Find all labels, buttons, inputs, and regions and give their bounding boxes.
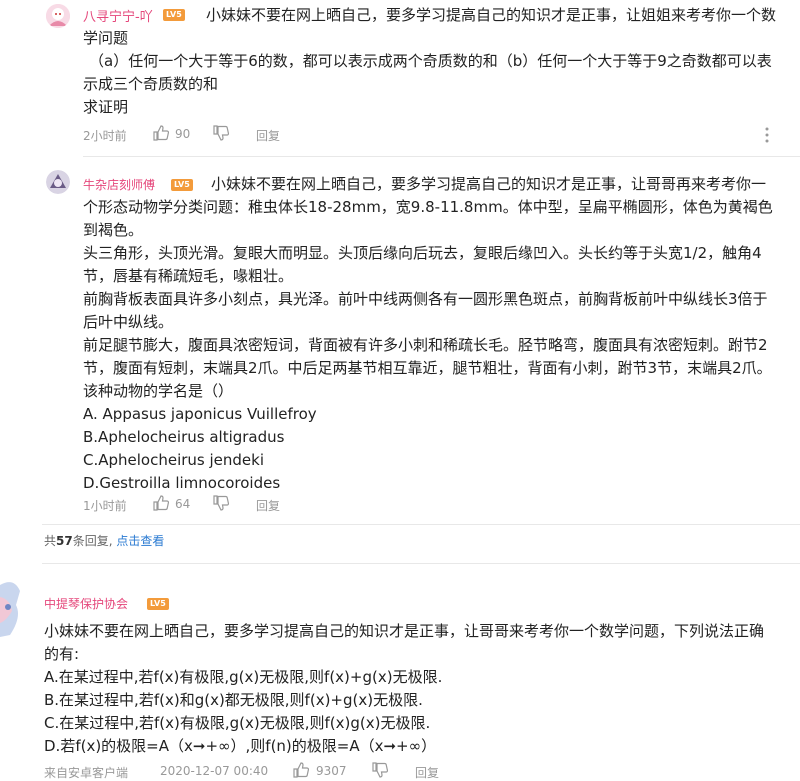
comment-line: B.在某过程中,若f(x)和g(x)都无极限,则f(x)+g(x)无极限.	[44, 691, 423, 709]
like-count: 9307	[316, 764, 347, 778]
level-badge: LV5	[147, 598, 169, 610]
thumbs-down-icon[interactable]	[371, 761, 389, 779]
reply-button[interactable]: 回复	[256, 127, 280, 144]
avatar[interactable]	[46, 170, 70, 194]
reply-button[interactable]: 回复	[256, 497, 280, 514]
avatar-image	[0, 577, 22, 637]
like-count: 90	[175, 127, 191, 141]
comment-line: 小妹妹不要在网上晒自己，要多学习提高自己的知识才是正事，让哥哥再来考考你一	[211, 175, 767, 193]
timestamp: 2小时前	[83, 129, 127, 143]
comment-line: 小妹妹不要在网上晒自己，要多学习提高自己的知识才是正事，让姐姐来考考你一个数	[206, 6, 777, 24]
comment-line: 学问题	[83, 29, 129, 47]
comment-line: 示成三个奇质数的和	[83, 75, 219, 93]
username[interactable]: 中提琴保护协会	[44, 595, 128, 612]
thumbs-up-icon[interactable]	[292, 761, 310, 779]
comment-line: 节，唇基有稀疏短毛，喙粗壮。	[83, 267, 294, 285]
comment-line: A. Appasus japonicus Vuillefroy	[83, 405, 317, 423]
more-options-icon[interactable]	[764, 126, 770, 144]
comment-text: 小妹妹不要在网上晒自己，要多学习提高自己的知识才是正事，让姐姐来考考你一个数 学…	[83, 4, 798, 119]
divider	[83, 156, 800, 157]
comment-line: C.在某过程中,若f(x)有极限,g(x)无极限,则f(x)g(x)无极限.	[44, 714, 431, 732]
source-client: 来自安卓客户端	[44, 766, 129, 780]
comment-line: 的有:	[44, 645, 80, 663]
thumbs-down-icon[interactable]	[212, 494, 230, 512]
view-replies-link[interactable]: 点击查看	[116, 534, 164, 548]
comment-line: D.Gestroilla limnocoroides	[83, 474, 281, 492]
avatar-image	[46, 170, 70, 194]
comment-text: 小妹妹不要在网上晒自己，要多学习提高自己的知识才是正事，让哥哥来考考你一个数学问…	[44, 620, 800, 758]
reply-summary: 共57条回复, 点击查看	[44, 532, 164, 549]
divider	[42, 524, 800, 525]
reply-summary-prefix: 共	[44, 534, 57, 548]
timestamp: 2020-12-07 00:40	[160, 764, 269, 778]
comment-text: 小妹妹不要在网上晒自己，要多学习提高自己的知识才是正事，让哥哥再来考考你一 个形…	[83, 173, 798, 495]
comment-line: 后叶中纵线。	[83, 313, 174, 331]
comment-line: 节，腹面有短刺，末端具2爪。中后足两基节相互靠近，腿节粗壮，背面有小刺，跗节3节…	[83, 359, 772, 377]
comment-line: B.Aphelocheirus altigradus	[83, 428, 285, 446]
thumbs-up-icon[interactable]	[152, 494, 170, 512]
avatar-image	[46, 4, 70, 28]
comment-line: 到褐色。	[83, 221, 144, 239]
reply-button[interactable]: 回复	[415, 764, 439, 781]
reply-count: 57	[56, 534, 73, 548]
comment-line: 前足腿节膨大，腹面具浓密短词，背面被有许多小刺和稀疏长毛。胫节略弯，腹面具有浓密…	[83, 336, 768, 354]
timestamp: 1小时前	[83, 499, 127, 513]
like-count: 64	[175, 497, 191, 511]
reply-summary-suffix: 条回复,	[72, 534, 113, 548]
comment-line: 头三角形，头顶光滑。复眼大而明显。头顶后缘向后玩去，复眼后缘凹入。头长约等于头宽…	[83, 244, 762, 262]
avatar[interactable]	[46, 4, 70, 28]
comment-line: 前胸背板表面具许多小刻点，具光泽。前叶中线两侧各有一圆形黑色斑点，前胸背板前叶中…	[83, 290, 768, 308]
comment-line: 求证明	[83, 98, 129, 116]
comment-line: 小妹妹不要在网上晒自己，要多学习提高自己的知识才是正事，让哥哥来考考你一个数学问…	[44, 622, 765, 640]
comment-line: D.若f(x)的极限=A（x➞+∞）,则f(n)的极限=A（x➞+∞）	[44, 737, 437, 755]
thumbs-up-icon[interactable]	[152, 124, 170, 142]
comment-line: C.Aphelocheirus jendeki	[83, 451, 265, 469]
divider	[42, 563, 800, 564]
thumbs-down-icon[interactable]	[212, 124, 230, 142]
avatar[interactable]	[0, 577, 22, 637]
comment-line: 该种动物的学名是（）	[83, 382, 234, 400]
comment-line: 个形态动物学分类问题：稚虫体长18-28mm，宽9.8-11.8mm。体中型，呈…	[83, 198, 773, 216]
comment-line: A.在某过程中,若f(x)有极限,g(x)无极限,则f(x)+g(x)无极限.	[44, 668, 443, 686]
comment-line: （a）任何一个大于等于6的数，都可以表示成两个奇质数的和（b）任何一个大于等于9…	[89, 52, 772, 70]
